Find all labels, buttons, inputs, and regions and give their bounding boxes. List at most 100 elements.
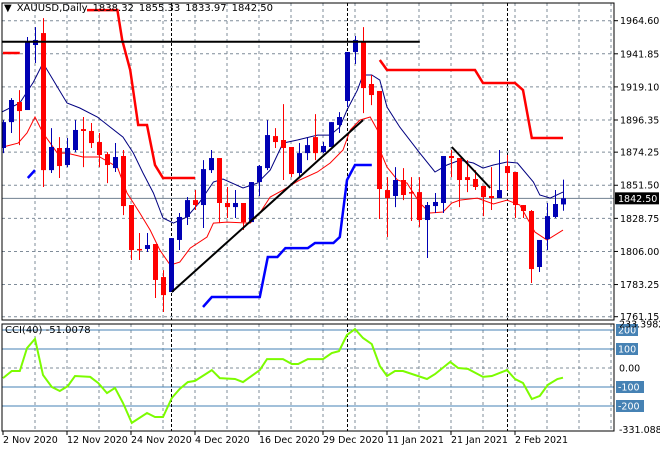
channel-upper-line — [87, 8, 195, 180]
candle — [545, 202, 550, 250]
candle-body — [161, 277, 166, 296]
candle-body — [425, 205, 430, 221]
candle-body — [545, 216, 550, 240]
candle-body — [465, 177, 470, 181]
cci-pane-border — [1, 323, 615, 432]
candle — [513, 172, 518, 218]
candle — [217, 158, 222, 224]
candle — [297, 143, 302, 178]
candle-body — [481, 185, 486, 198]
candle — [161, 270, 166, 312]
channel-upper-line — [378, 59, 563, 140]
candle — [529, 209, 534, 284]
candle — [521, 205, 526, 218]
candle — [553, 190, 558, 218]
candle — [537, 239, 542, 272]
cci-level-label: 100 — [618, 345, 636, 356]
candle — [113, 143, 118, 173]
candle-body — [169, 238, 174, 293]
price-tick-label: 1851.50 — [620, 181, 659, 192]
candle-body — [201, 169, 206, 206]
candle — [257, 165, 262, 197]
candle — [361, 27, 366, 114]
candle-body — [537, 239, 542, 268]
candle — [249, 182, 254, 223]
candle-body — [225, 202, 230, 208]
candle — [425, 201, 430, 258]
candle-body — [417, 192, 422, 221]
candle-body — [89, 130, 94, 144]
candle — [225, 186, 230, 218]
main-pane-border — [1, 2, 615, 321]
candle-body — [441, 156, 446, 203]
candle — [497, 150, 502, 199]
candle — [41, 18, 46, 187]
chart-window[interactable]: 1964.60 1941.85 1919.10 1896.35 1874.25 1851.… — [0, 0, 660, 450]
candle-body — [433, 201, 438, 207]
candle-body — [105, 154, 110, 166]
cci-line — [2, 327, 564, 425]
low-value: 1833.97 — [185, 3, 227, 14]
candle — [17, 90, 22, 146]
candle-body — [369, 83, 374, 96]
candle — [65, 137, 70, 168]
candle-body — [489, 196, 494, 199]
candle — [177, 213, 182, 250]
high-value: 1855.33 — [138, 3, 181, 14]
candle — [169, 238, 174, 293]
candle — [97, 133, 102, 168]
candle-body — [233, 202, 238, 208]
candle-body — [305, 145, 310, 154]
candle — [409, 177, 414, 222]
candle — [433, 192, 438, 214]
cci-zero-label: 0.00 — [619, 364, 640, 375]
candle-body — [513, 172, 518, 206]
candle — [57, 137, 62, 178]
candle — [393, 167, 398, 208]
candle — [145, 232, 150, 253]
candle — [9, 98, 14, 134]
candle — [89, 122, 94, 149]
date-label: 11 Jan 2021 — [387, 435, 444, 446]
price-tick-label: 1964.60 — [620, 16, 659, 27]
candle-body — [249, 182, 254, 223]
candle — [401, 168, 406, 201]
triangle-down-icon[interactable]: ▼ — [4, 3, 12, 14]
candle — [385, 177, 390, 238]
candle-body — [113, 157, 118, 169]
close-value: 1842.50 — [231, 3, 273, 14]
date-label: 2 Nov 2020 — [3, 435, 58, 446]
candle — [417, 177, 422, 228]
candle — [73, 120, 78, 153]
price-chart[interactable]: 1964.60 1941.85 1919.10 1896.35 1874.25 1851.… — [0, 0, 660, 450]
candle — [353, 35, 358, 65]
candle-body — [401, 180, 406, 195]
candle — [185, 197, 190, 225]
candle — [329, 122, 334, 147]
candle-body — [25, 42, 30, 111]
channel-lower-line — [26, 169, 36, 179]
date-label: 24 Nov 2020 — [131, 435, 192, 446]
candle-body — [41, 33, 46, 171]
cci-pane — [2, 324, 614, 431]
cci-max-label: 233.3982 — [619, 320, 660, 331]
date-label: 21 Jan 2021 — [451, 435, 508, 446]
date-label: 2 Feb 2021 — [515, 435, 568, 446]
date-label: 16 Dec 2020 — [259, 435, 320, 446]
candle-body — [313, 137, 318, 154]
candle — [137, 232, 142, 261]
candle-body — [73, 129, 78, 151]
candle-body — [209, 158, 214, 171]
candle — [337, 112, 342, 134]
candle-body — [97, 142, 102, 155]
candle-body — [449, 156, 454, 159]
candle — [81, 117, 86, 168]
candle-body — [17, 102, 22, 112]
candle-body — [57, 148, 62, 167]
candle — [369, 74, 374, 106]
candle-body — [241, 202, 246, 223]
candle-body — [129, 205, 134, 250]
cci-level-label: -100 — [618, 383, 640, 394]
candle-body — [345, 51, 350, 102]
candle — [505, 154, 510, 191]
